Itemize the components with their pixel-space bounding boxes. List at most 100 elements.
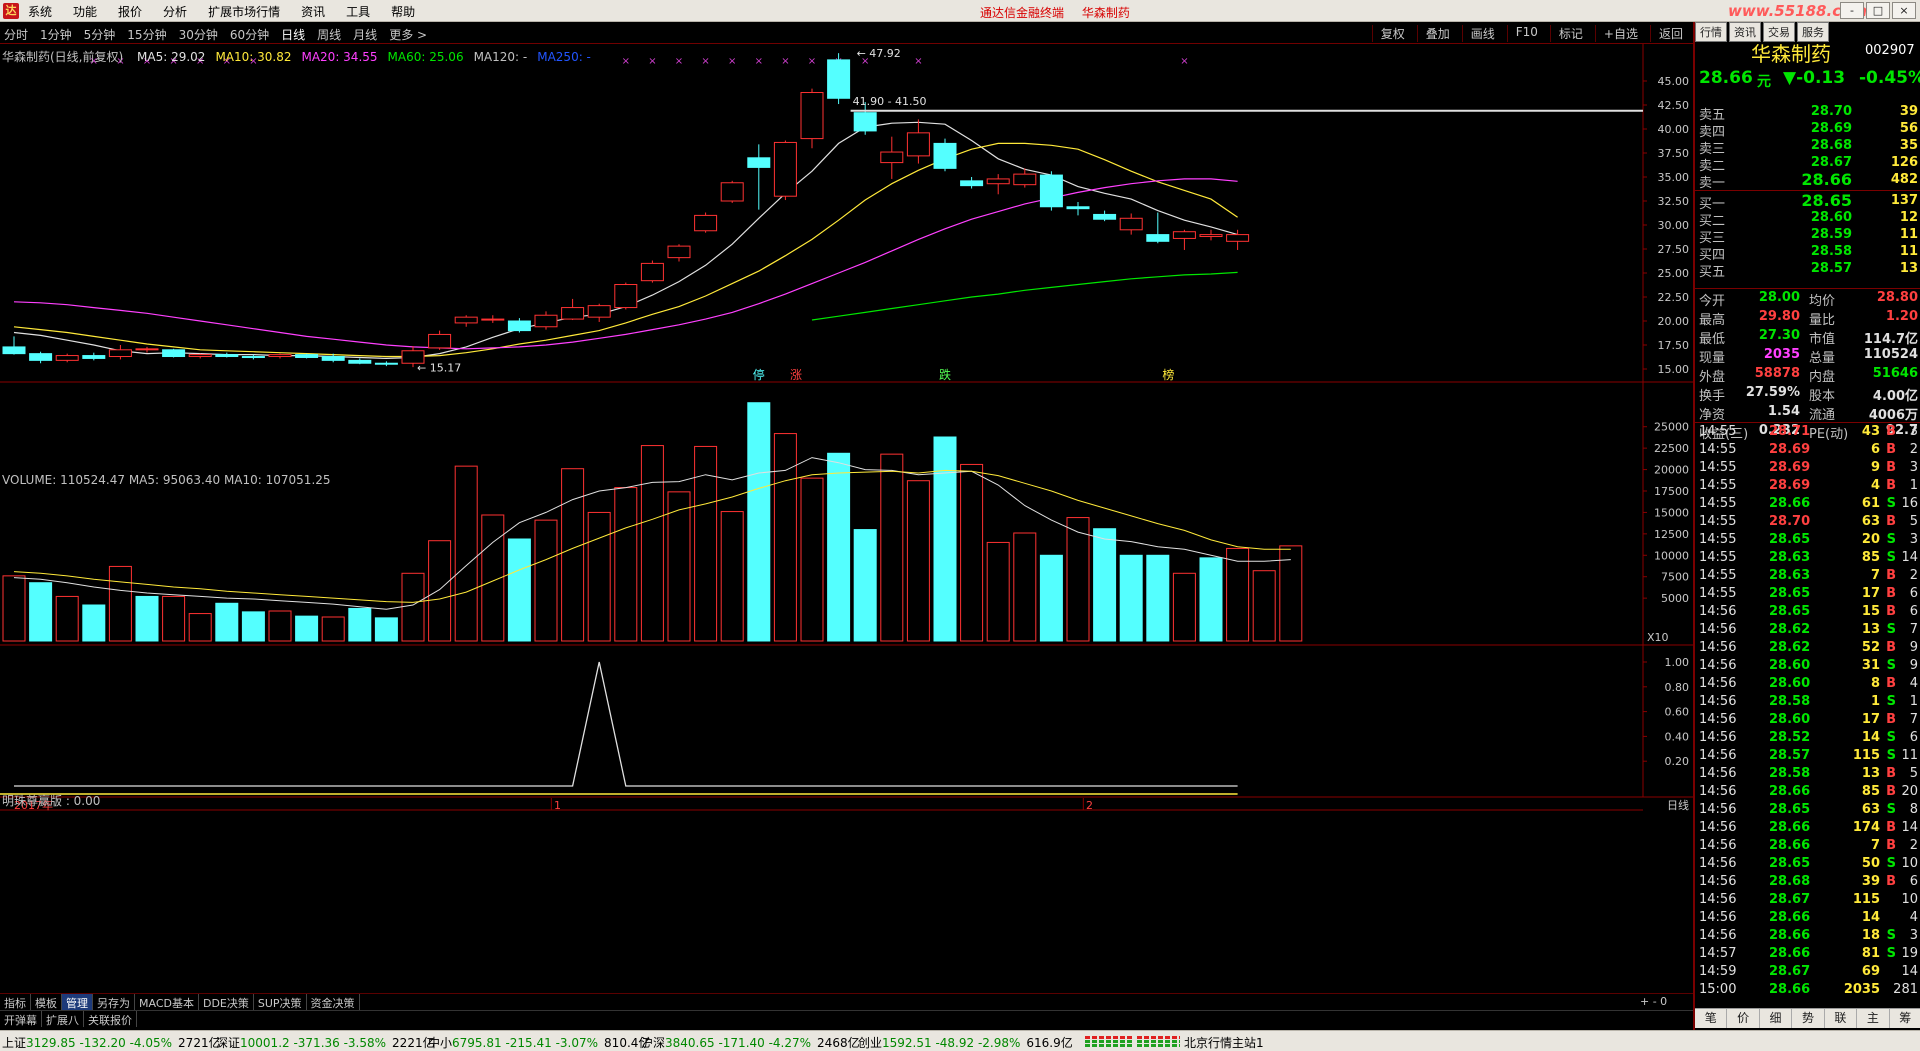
panel-bottom-tab-3[interactable]: 势 <box>1792 1009 1825 1028</box>
indicator-tab-7[interactable]: 资金决策 <box>307 994 360 1010</box>
server-station[interactable]: 北京行情主站1 <box>1184 1034 1264 1051</box>
period-tab-9[interactable]: 更多 > <box>389 26 427 43</box>
tool-button-2[interactable]: 画线 <box>1461 25 1497 42</box>
tick-row[interactable]: 14:56 28.65 63 S 8 <box>1695 801 1920 819</box>
menu-item-3[interactable]: 分析 <box>163 3 187 20</box>
volume-axis-label: 7500 <box>1661 571 1689 584</box>
panel-bottom-tab-5[interactable]: 主 <box>1857 1009 1890 1028</box>
tool-button-5[interactable]: +自选 <box>1594 25 1640 42</box>
period-tab-4[interactable]: 30分钟 <box>179 26 218 43</box>
index-ticker-1[interactable]: 深证10001.2 -371.36 -3.58% 2221亿 <box>216 1034 435 1051</box>
period-tab-2[interactable]: 5分钟 <box>84 26 116 43</box>
tick-row[interactable]: 14:55 28.63 85 S 14 <box>1695 549 1920 567</box>
panel-bottom-tab-4[interactable]: 联 <box>1825 1009 1858 1028</box>
tick-list[interactable]: 14:55 28.71 43 B 3 14:55 28.69 6 B 2 14:55 28.69 9 B 3… <box>1695 422 1920 999</box>
tick-row[interactable]: 14:56 28.66 174 B 14 <box>1695 819 1920 837</box>
panel-bottom-tab-1[interactable]: 价 <box>1727 1009 1760 1028</box>
tick-row[interactable]: 14:55 28.66 61 S 16 <box>1695 495 1920 513</box>
indicator-tab-0[interactable]: 指标 <box>0 994 31 1010</box>
period-tab-8[interactable]: 月线 <box>353 26 377 43</box>
extra-tab-1[interactable]: 扩展八 <box>42 1011 84 1027</box>
period-tab-6[interactable]: 日线 <box>281 26 305 43</box>
index-ticker-4[interactable]: 创业1592.51 -48.92 -2.98% 616.9亿 <box>858 1034 1073 1051</box>
period-tab-7[interactable]: 周线 <box>317 26 341 43</box>
volume-bar <box>587 511 611 642</box>
tick-row[interactable]: 14:56 28.60 8 B 4 <box>1695 675 1920 693</box>
tick-row[interactable]: 14:55 28.65 17 B 6 <box>1695 585 1920 603</box>
signal-cell <box>1106 1040 1111 1043</box>
indicator-tab-2[interactable]: 管理 <box>62 994 93 1010</box>
tick-row[interactable]: 14:55 28.63 7 B 2 <box>1695 567 1920 585</box>
tick-row[interactable]: 14:56 28.57 115 S 11 <box>1695 747 1920 765</box>
tick-row[interactable]: 14:57 28.66 81 S 19 <box>1695 945 1920 963</box>
period-tab-0[interactable]: 分时 <box>4 26 28 43</box>
tool-button-6[interactable]: 返回 <box>1649 25 1685 42</box>
signal-cell <box>1085 1040 1090 1043</box>
indicator-tab-5[interactable]: DDE决策 <box>199 994 254 1010</box>
tick-row[interactable]: 14:55 28.70 63 B 5 <box>1695 513 1920 531</box>
maximize-button[interactable]: □ <box>1866 2 1890 19</box>
tick-row[interactable]: 14:56 28.60 31 S 9 <box>1695 657 1920 675</box>
index-ticker-3[interactable]: 沪深3840.65 -171.40 -4.27% 2468亿 <box>641 1034 860 1051</box>
price-axis-label: 35.00 <box>1658 171 1690 184</box>
tick-row[interactable]: 14:56 28.62 13 S 7 <box>1695 621 1920 639</box>
tick-row[interactable]: 14:59 28.67 69 14 <box>1695 963 1920 981</box>
panel-bottom-tab-2[interactable]: 细 <box>1760 1009 1793 1028</box>
bid-price: 28.57 <box>1810 261 1852 276</box>
tick-row[interactable]: 15:00 28.66 2035 281 <box>1695 981 1920 999</box>
index-ticker-2[interactable]: 中小6795.81 -215.41 -3.07% 810.4亿 <box>428 1034 650 1051</box>
panel-bottom-tab-0[interactable]: 笔 <box>1695 1009 1728 1028</box>
tick-row[interactable]: 14:56 28.66 7 B 2 <box>1695 837 1920 855</box>
quote-label: 换手 <box>1699 389 1726 404</box>
menu-item-4[interactable]: 扩展市场行情 <box>208 3 280 20</box>
tick-row[interactable]: 14:56 28.52 14 S 6 <box>1695 729 1920 747</box>
tick-row[interactable]: 14:55 28.65 20 S 3 <box>1695 531 1920 549</box>
extra-tab-2[interactable]: 关联报价 <box>84 1011 137 1027</box>
quote-label: 最高 <box>1699 313 1726 328</box>
menu-item-5[interactable]: 资讯 <box>301 3 325 20</box>
tick-row[interactable]: 14:55 28.69 4 B 1 <box>1695 477 1920 495</box>
menu-item-0[interactable]: 系统 <box>28 3 52 20</box>
menu-item-7[interactable]: 帮助 <box>391 3 415 20</box>
kline-chart[interactable]: 45.00 42.50 40.00 37.50 35.00 32.50 30.00 27.50… <box>0 44 1693 984</box>
minimize-button[interactable]: - <box>1840 2 1864 19</box>
extra-tab-0[interactable]: 开弹幕 <box>0 1011 42 1027</box>
tick-row[interactable]: 14:55 28.69 9 B 3 <box>1695 459 1920 477</box>
panel-tab-0[interactable]: 行情 <box>1695 22 1727 42</box>
period-tab-3[interactable]: 15分钟 <box>127 26 166 43</box>
tick-row[interactable]: 14:56 28.66 18 S 3 <box>1695 927 1920 945</box>
chart-area[interactable]: 45.00 42.50 40.00 37.50 35.00 32.50 30.00 27.50… <box>0 44 1693 984</box>
indicator-tab-4[interactable]: MACD基本 <box>135 994 199 1010</box>
tick-row[interactable]: 14:56 28.60 17 B 7 <box>1695 711 1920 729</box>
tick-row[interactable]: 14:56 28.67 115 10 <box>1695 891 1920 909</box>
tick-row[interactable]: 14:55 28.71 43 B 3 <box>1695 423 1920 441</box>
indicator-tab-6[interactable]: SUP决策 <box>254 994 307 1010</box>
price-axis-label: 30.00 <box>1658 219 1690 232</box>
period-tab-5[interactable]: 60分钟 <box>230 26 269 43</box>
close-button[interactable]: × <box>1892 2 1916 19</box>
tick-row[interactable]: 14:56 28.58 13 B 5 <box>1695 765 1920 783</box>
chart-tools: 复权 叠加 画线 F10 标记 +自选 返回 <box>1362 25 1685 42</box>
tick-row[interactable]: 14:56 28.66 14 4 <box>1695 909 1920 927</box>
indicator-tab-3[interactable]: 另存为 <box>93 994 135 1010</box>
index-ticker-0[interactable]: 上证3129.85 -132.20 -4.05% 2721亿 <box>2 1034 221 1051</box>
tool-button-1[interactable]: 叠加 <box>1416 25 1452 42</box>
tick-row[interactable]: 14:56 28.68 39 B 6 <box>1695 873 1920 891</box>
zoom-controls[interactable]: + - 0 <box>1640 995 1667 1008</box>
tick-row[interactable]: 14:56 28.58 1 S 1 <box>1695 693 1920 711</box>
menu-item-6[interactable]: 工具 <box>346 3 370 20</box>
tool-button-4[interactable]: 标记 <box>1549 25 1585 42</box>
menu-item-1[interactable]: 功能 <box>73 3 97 20</box>
tick-row[interactable]: 14:56 28.62 52 B 9 <box>1695 639 1920 657</box>
tick-row[interactable]: 14:56 28.65 50 S 10 <box>1695 855 1920 873</box>
tool-button-0[interactable]: 复权 <box>1371 25 1407 42</box>
tick-row[interactable]: 14:56 28.66 85 B 20 <box>1695 783 1920 801</box>
panel-bottom-tab-6[interactable]: 筹 <box>1890 1009 1920 1028</box>
tick-volume: 174 <box>1852 820 1880 835</box>
tick-row[interactable]: 14:56 28.65 15 B 6 <box>1695 603 1920 621</box>
tick-row[interactable]: 14:55 28.69 6 B 2 <box>1695 441 1920 459</box>
tool-button-3[interactable]: F10 <box>1506 25 1540 42</box>
period-tab-1[interactable]: 1分钟 <box>40 26 72 43</box>
menu-item-2[interactable]: 报价 <box>118 3 142 20</box>
indicator-tab-1[interactable]: 模板 <box>31 994 62 1010</box>
